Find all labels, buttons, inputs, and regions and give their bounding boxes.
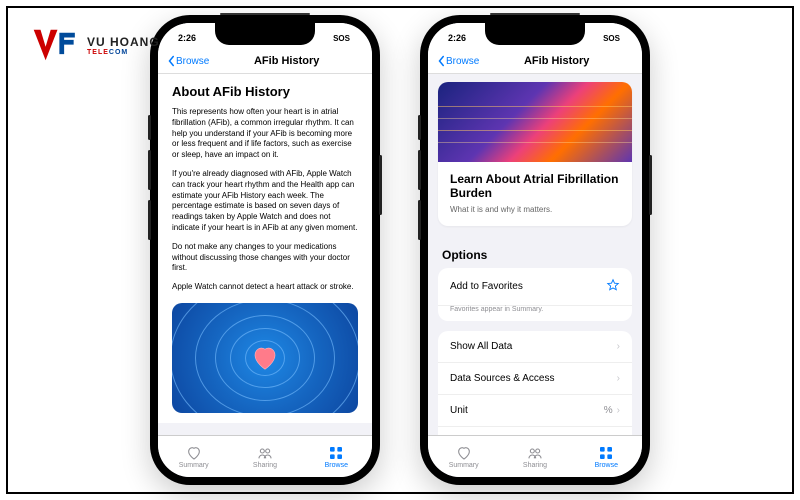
chevron-left-icon [436, 55, 446, 67]
favorites-group: Add to Favorites Favorites appear in Sum… [438, 268, 632, 321]
screen-right: 2:26 SOS Browse AFib History [428, 23, 642, 477]
chevron-left-icon [166, 55, 176, 67]
watermark-logo: VU HOANG TELECOM [32, 28, 160, 62]
phone-mockups: 2:26 SOS Browse AFib History [150, 15, 650, 485]
tab-browse[interactable]: Browse [301, 436, 372, 477]
tab-sharing[interactable]: Sharing [499, 436, 570, 477]
screen-left: 2:26 SOS Browse AFib History [158, 23, 372, 477]
nav-bar: Browse AFib History [428, 53, 642, 74]
logo-glyph [32, 28, 83, 62]
tab-browse[interactable]: Browse [571, 436, 642, 477]
unit-value: % › [604, 405, 620, 416]
data-sources-row[interactable]: Data Sources & Access › [438, 363, 632, 395]
phone-right: 2:26 SOS Browse AFib History [420, 15, 650, 485]
status-indicators: SOS [603, 34, 626, 43]
watermark-main-text: VU HOANG [87, 35, 160, 49]
star-outline-icon [606, 278, 620, 295]
options-header: Options [428, 234, 642, 268]
grid-icon [328, 445, 344, 461]
add-favorites-row[interactable]: Add to Favorites [438, 268, 632, 306]
chevron-right-icon: › [617, 405, 620, 416]
heart-illustration [172, 303, 358, 413]
status-time: 2:26 [178, 33, 196, 43]
content-right[interactable]: Learn About Atrial Fibrillation Burden W… [428, 74, 642, 435]
tab-summary[interactable]: Summary [158, 436, 229, 477]
heart-icon [186, 445, 202, 461]
status-indicators: SOS [333, 34, 356, 43]
content-left[interactable]: About AFib History This represents how o… [158, 74, 372, 435]
back-button[interactable]: Browse [436, 55, 479, 67]
options-group: Show All Data › Data Sources & Access › … [438, 331, 632, 435]
tab-summary[interactable]: Summary [428, 436, 499, 477]
about-row[interactable]: About › [438, 427, 632, 435]
unit-row[interactable]: Unit % › [438, 395, 632, 427]
status-time: 2:26 [448, 33, 466, 43]
people-icon [257, 445, 273, 461]
paragraph: Apple Watch cannot detect a heart attack… [172, 282, 358, 293]
image-frame: VU HOANG TELECOM 2:26 SOS [6, 6, 794, 494]
notch [215, 23, 315, 45]
show-all-data-row[interactable]: Show All Data › [438, 331, 632, 363]
chevron-right-icon: › [617, 341, 620, 352]
hero-image [438, 82, 632, 162]
people-icon [527, 445, 543, 461]
notch [485, 23, 585, 45]
nav-title: AFib History [479, 55, 634, 67]
watermark-sub-text: TELECOM [87, 49, 160, 56]
paragraph: If you're already diagnosed with AFib, A… [172, 169, 358, 234]
hero-subtitle: What it is and why it matters. [450, 205, 620, 214]
tab-sharing[interactable]: Sharing [229, 436, 300, 477]
heart-icon [456, 445, 472, 461]
favorites-hint: Favorites appear in Summary. [438, 306, 632, 321]
phone-left: 2:26 SOS Browse AFib History [150, 15, 380, 485]
back-button[interactable]: Browse [166, 55, 209, 67]
chevron-right-icon: › [617, 373, 620, 384]
grid-icon [598, 445, 614, 461]
nav-title: AFib History [209, 55, 364, 67]
hero-card[interactable]: Learn About Atrial Fibrillation Burden W… [438, 82, 632, 226]
paragraph: Do not make any changes to your medicati… [172, 242, 358, 274]
tab-bar: Summary Sharing Browse [428, 435, 642, 477]
paragraph: This represents how often your heart is … [172, 107, 358, 161]
hero-title: Learn About Atrial Fibrillation Burden [450, 172, 620, 201]
tab-bar: Summary Sharing Browse [158, 435, 372, 477]
nav-bar: Browse AFib History [158, 53, 372, 74]
page-heading: About AFib History [172, 84, 358, 99]
